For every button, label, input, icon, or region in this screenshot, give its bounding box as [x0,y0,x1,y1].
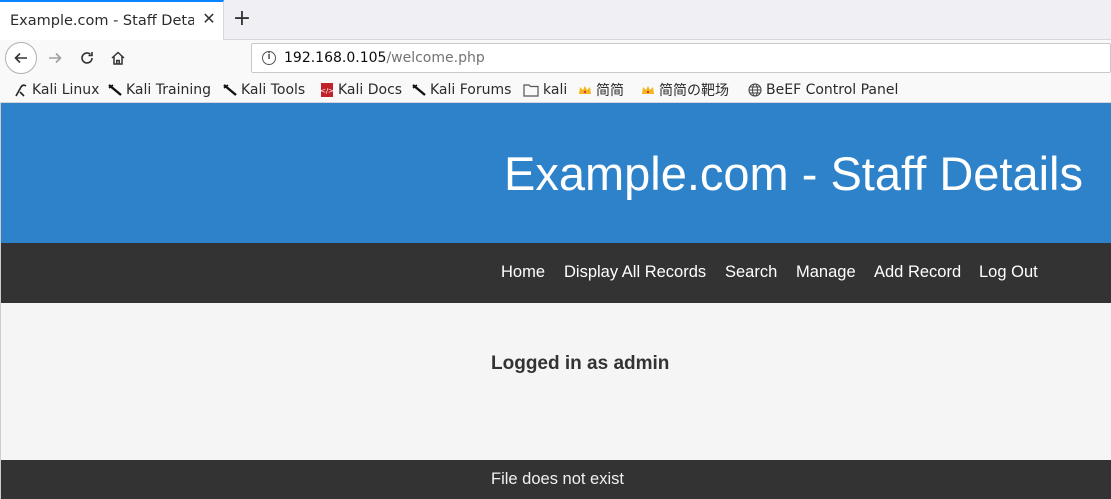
main-content: Logged in as admin [1,303,1111,460]
site-info-icon[interactable]: i [262,51,276,65]
close-tab-icon[interactable]: ✕ [201,11,217,27]
bookmark-jianjian[interactable]: 简简 [578,80,624,100]
bookmark-label: kali [543,82,568,98]
new-tab-icon[interactable]: + [232,8,252,30]
tab-strip: Example.com - Staff Details ✕ + [0,0,1111,40]
web-page: Example.com - Staff Details Home Display… [0,103,1111,499]
bookmark-label: Kali Training [126,82,211,98]
bookmark-label: 简简 [596,83,624,99]
menu-item-display-all-records[interactable]: Display All Records [564,263,706,282]
kali-dragon-icon [14,83,28,97]
kali-icon [412,83,426,97]
bookmark-kali-training[interactable]: Kali Training [108,80,211,100]
forward-arrow-icon [49,52,62,64]
footer-message: File does not exist [491,470,624,488]
reload-icon [81,52,93,64]
svg-text:</>: </> [320,87,334,95]
menu-item-manage[interactable]: Manage [796,263,856,282]
kali-icon [108,83,122,97]
bookmark-label: Kali Forums [430,82,512,98]
active-tab[interactable]: Example.com - Staff Details ✕ [0,0,224,40]
back-button[interactable] [5,42,37,74]
globe-icon [748,83,762,97]
menu-item-log-out[interactable]: Log Out [979,263,1038,282]
bookmark-label: Kali Docs [338,82,403,98]
bookmark-label: Kali Tools [241,82,306,98]
bookmark-kali-forums[interactable]: Kali Forums [412,80,511,100]
menu-item-home[interactable]: Home [501,263,545,282]
folder-icon [523,83,539,97]
site-title: Example.com - Staff Details [503,147,1083,200]
kali-docs-icon: </> [320,83,334,97]
home-button[interactable] [103,43,133,73]
home-icon [111,51,125,65]
reload-button[interactable] [72,43,102,73]
bookmark-folder-kali[interactable]: kali [523,80,567,100]
url-bar[interactable]: i 192.168.0.105/welcome.php [251,43,1111,73]
menu-item-add-record[interactable]: Add Record [874,263,961,282]
site-footer: File does not exist [1,460,1111,499]
site-header: Example.com - Staff Details [1,103,1111,243]
bookmarks-toolbar: Kali Linux Kali Training Kali Tools </> … [0,76,1111,103]
back-arrow-icon [14,52,27,64]
tab-title: Example.com - Staff Details [10,13,194,29]
site-menu: Home Display All Records Search Manage A… [1,243,1111,303]
crown-icon [578,83,592,97]
bookmark-label: 简简の靶场 [659,83,729,99]
bookmark-label: BeEF Control Panel [766,82,899,98]
kali-icon [223,83,237,97]
url-path: /welcome.php [386,50,485,66]
bookmark-kali-tools[interactable]: Kali Tools [223,80,305,100]
crown-icon [641,83,655,97]
bookmark-kali-linux[interactable]: Kali Linux [14,80,99,100]
menu-item-search[interactable]: Search [725,263,777,282]
url-host: 192.168.0.105 [284,50,387,66]
url-text: 192.168.0.105/welcome.php [284,50,485,66]
bookmark-kali-docs[interactable]: </> Kali Docs [320,80,402,100]
login-status: Logged in as admin [491,353,670,374]
forward-button[interactable] [40,43,70,73]
bookmark-label: Kali Linux [32,82,100,98]
bookmark-jianjian-range[interactable]: 简简の靶场 [641,80,729,100]
bookmark-beef-control-panel[interactable]: BeEF Control Panel [748,80,898,100]
